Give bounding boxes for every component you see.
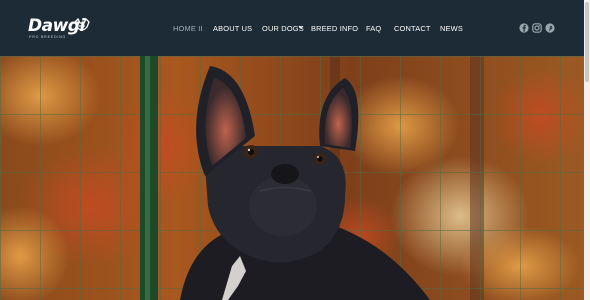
french-bulldog-photo <box>0 56 584 300</box>
nav-item-contact[interactable]: CONTACT <box>394 24 431 33</box>
facebook-icon[interactable] <box>519 23 529 33</box>
scrollbar-thumb[interactable] <box>585 2 589 82</box>
nav-item-about-us[interactable]: ABOUT US <box>213 24 252 33</box>
hero-image <box>0 56 584 300</box>
chevron-down-icon[interactable] <box>298 24 304 30</box>
nav-item-faq[interactable]: FAQ <box>366 24 381 33</box>
main-nav: HOME II ABOUT US OUR DOGS BREED INFO FAQ… <box>0 0 584 56</box>
nav-item-home-ii[interactable]: HOME II <box>173 24 203 33</box>
page-scrollbar[interactable] <box>584 0 590 300</box>
nav-item-breed-info[interactable]: BREED INFO <box>311 24 358 33</box>
nav-item-news[interactable]: NEWS <box>440 24 463 33</box>
pinterest-icon[interactable] <box>545 23 555 33</box>
instagram-icon[interactable] <box>532 23 542 33</box>
site-header: Dawgi PRO BREEDING HOME II ABOUT US OUR … <box>0 0 584 56</box>
